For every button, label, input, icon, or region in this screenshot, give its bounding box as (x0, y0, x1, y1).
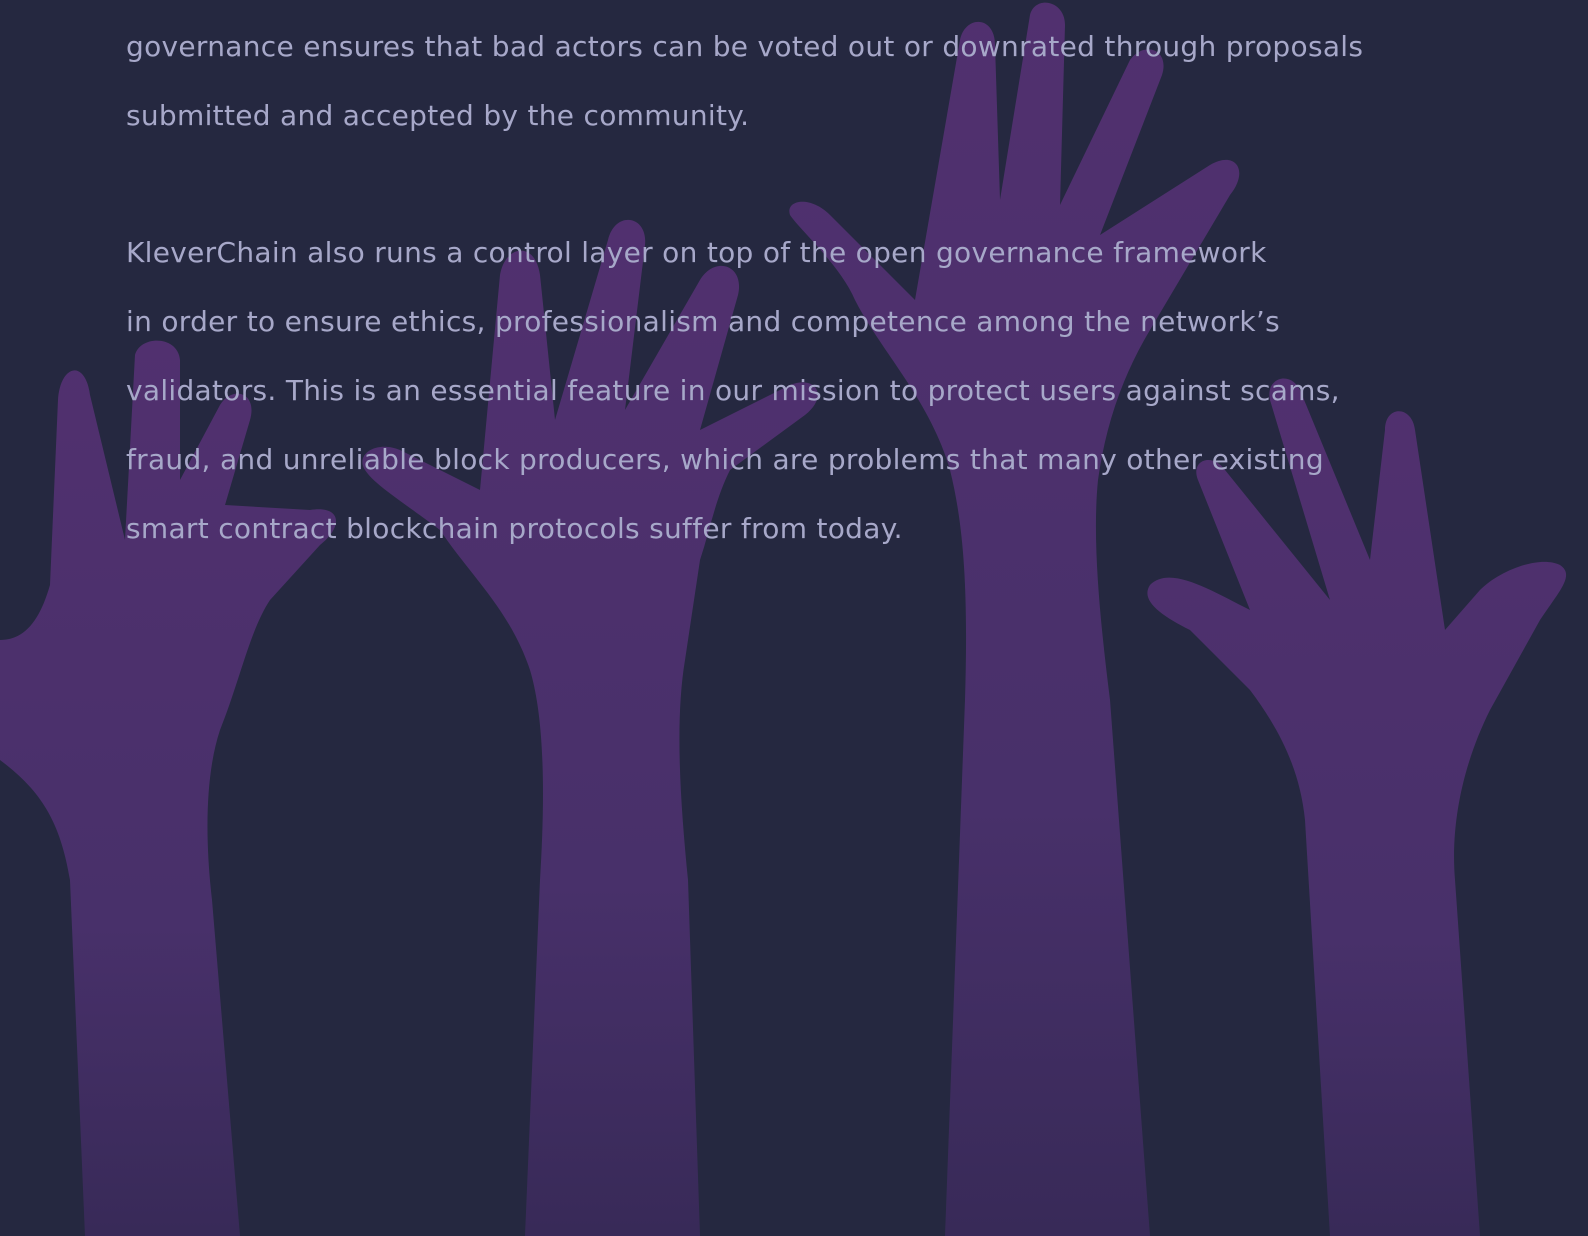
text-line: smart contract blockchain protocols suff… (126, 512, 903, 545)
text-line: validators. This is an essential feature… (126, 374, 1340, 407)
text-line: in order to ensure ethics, professionali… (126, 305, 1281, 338)
page: governance ensures that bad actors can b… (0, 0, 1588, 1236)
body-text: governance ensures that bad actors can b… (126, 12, 1566, 563)
text-line: fraud, and unreliable block producers, w… (126, 443, 1324, 476)
text-line: submitted and accepted by the community. (126, 99, 750, 132)
text-line: KleverChain also runs a control layer on… (126, 236, 1267, 269)
text-line: governance ensures that bad actors can b… (126, 30, 1364, 63)
paragraph-control-layer: KleverChain also runs a control layer on… (126, 218, 1566, 563)
paragraph-governance: governance ensures that bad actors can b… (126, 12, 1566, 150)
